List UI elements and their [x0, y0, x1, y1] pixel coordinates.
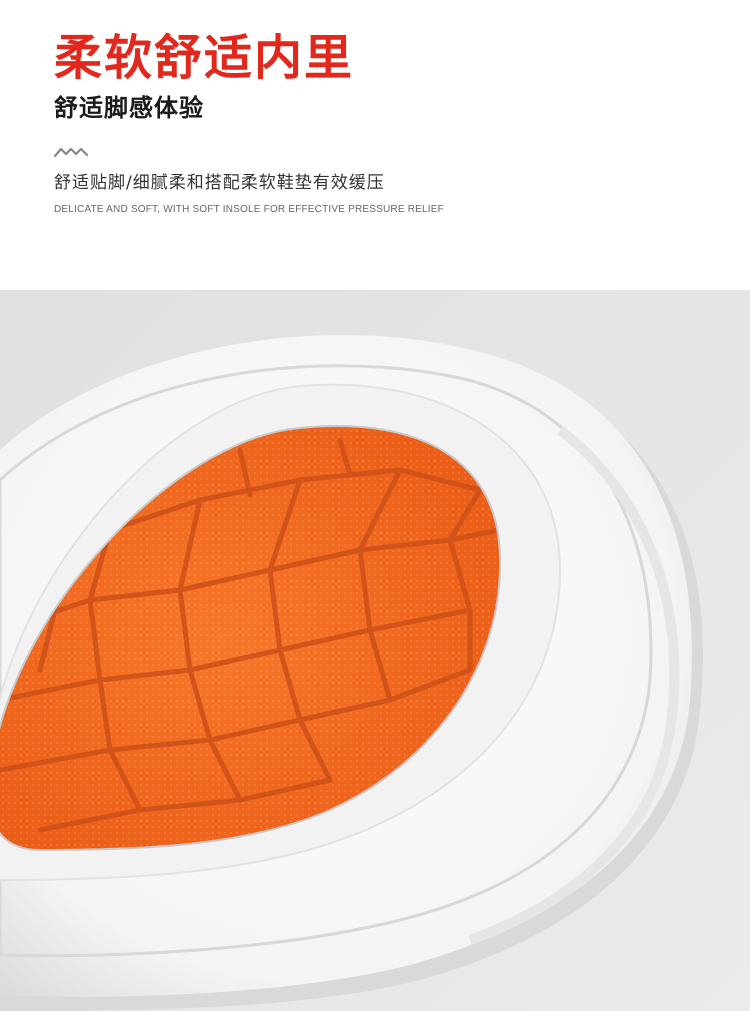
- description-chinese: 舒适贴脚/细腻柔和搭配柔软鞋垫有效缓压: [54, 173, 385, 193]
- slipper-illustration: [0, 290, 750, 1011]
- product-photo: [0, 290, 750, 1011]
- zigzag-icon: [54, 147, 88, 158]
- description-english: DELICATE AND SOFT, WITH SOFT INSOLE FOR …: [54, 204, 444, 215]
- page-subtitle: 舒适脚感体验: [54, 94, 204, 122]
- page-title: 柔软舒适内里: [54, 30, 355, 86]
- header-section: 柔软舒适内里 舒适脚感体验 舒适贴脚/细腻柔和搭配柔软鞋垫有效缓压 DELICA…: [0, 0, 750, 290]
